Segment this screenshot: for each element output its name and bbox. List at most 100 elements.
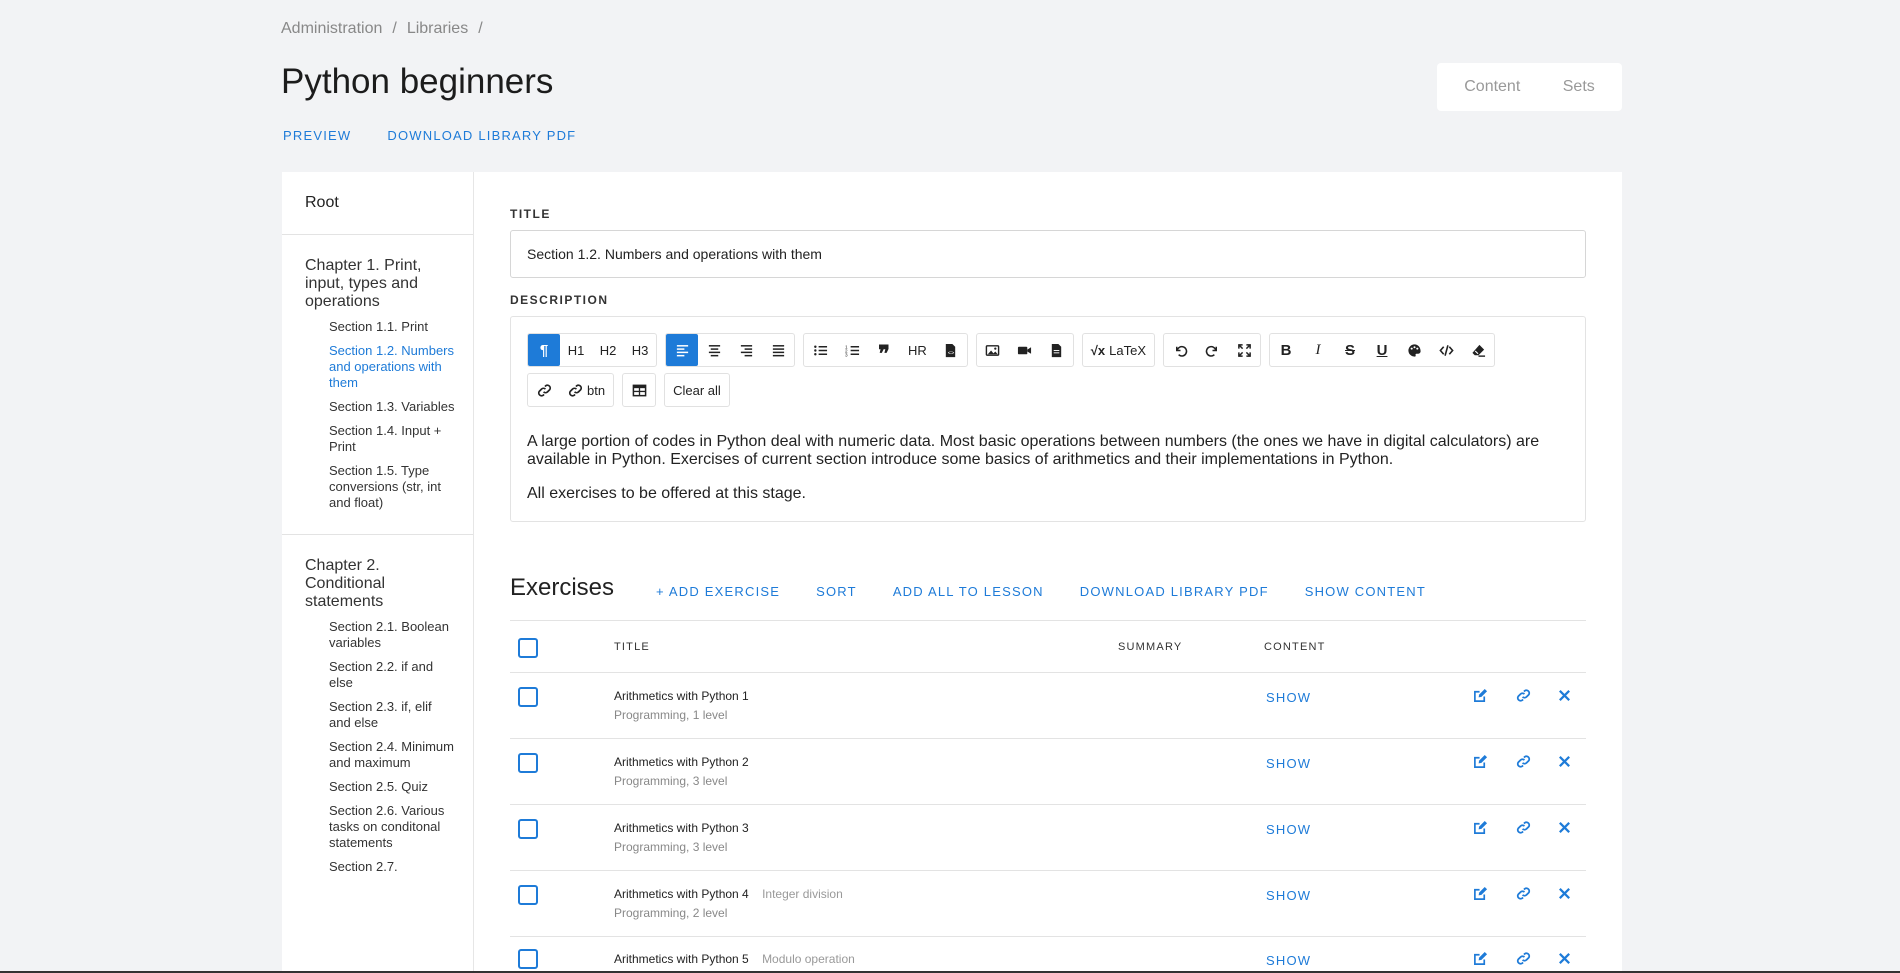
tab-sets[interactable]: Sets xyxy=(1563,78,1595,96)
sidebar-section[interactable]: Section 2.1. Boolean variables xyxy=(329,619,455,651)
show-content-button[interactable]: SHOW CONTENT xyxy=(1305,584,1426,599)
breadcrumb-administration[interactable]: Administration xyxy=(281,20,382,38)
sidebar-section[interactable]: Section 2.2. if and else xyxy=(329,659,455,691)
redo-button[interactable] xyxy=(1196,334,1228,366)
preview-button[interactable]: PREVIEW xyxy=(283,128,351,143)
sidebar-section[interactable]: Section 2.5. Quiz xyxy=(329,779,455,795)
column-header-summary: SUMMARY xyxy=(1118,641,1183,653)
h1-button[interactable]: H1 xyxy=(560,334,592,366)
code-file-button[interactable]: <> xyxy=(935,334,967,366)
insert-link-button[interactable] xyxy=(528,374,560,406)
text-color-button[interactable] xyxy=(1398,334,1430,366)
show-content-button[interactable]: SHOW xyxy=(1266,690,1311,705)
exercise-summary: Integer division xyxy=(762,887,843,901)
underline-button[interactable]: U xyxy=(1366,334,1398,366)
insert-image-button[interactable] xyxy=(977,334,1009,366)
align-center-button[interactable] xyxy=(698,334,730,366)
sidebar-section[interactable]: Section 1.1. Print xyxy=(329,319,455,335)
show-content-button[interactable]: SHOW xyxy=(1266,888,1311,903)
editor-content[interactable]: A large portion of codes in Python deal … xyxy=(527,433,1567,519)
exercise-title[interactable]: Arithmetics with Python 1 xyxy=(614,689,759,703)
edit-button[interactable] xyxy=(1472,819,1488,835)
sidebar-root[interactable]: Root xyxy=(282,172,473,235)
h3-button[interactable]: H3 xyxy=(624,334,656,366)
sidebar-section[interactable]: Section 2.4. Minimum and maximum xyxy=(329,739,455,771)
exercise-title[interactable]: Arithmetics with Python 4 Integer divisi… xyxy=(614,887,843,901)
inline-code-button[interactable] xyxy=(1430,334,1462,366)
show-content-button[interactable]: SHOW xyxy=(1266,953,1311,968)
tab-content[interactable]: Content xyxy=(1464,78,1520,96)
table-row: Arithmetics with Python 2 Programming, 3… xyxy=(510,738,1586,804)
sort-button[interactable]: SORT xyxy=(816,584,857,599)
clear-format-button[interactable] xyxy=(1462,334,1494,366)
toolbar-group-latex: √x LaTeX xyxy=(1081,333,1156,367)
h2-button[interactable]: H2 xyxy=(592,334,624,366)
edit-button[interactable] xyxy=(1472,687,1488,703)
title-input[interactable] xyxy=(510,230,1586,278)
hr-button[interactable]: HR xyxy=(900,334,935,366)
bullet-list-button[interactable] xyxy=(804,334,836,366)
sidebar-section[interactable]: Section 2.3. if, elif and else xyxy=(329,699,455,731)
copy-link-button[interactable] xyxy=(1515,687,1531,703)
delete-button[interactable] xyxy=(1556,819,1572,835)
link-icon xyxy=(568,383,583,397)
row-checkbox[interactable] xyxy=(518,949,538,969)
delete-button[interactable] xyxy=(1556,885,1572,901)
add-exercise-button[interactable]: + ADD EXERCISE xyxy=(656,584,780,599)
copy-link-button[interactable] xyxy=(1515,885,1531,901)
add-all-to-lesson-button[interactable]: ADD ALL TO LESSON xyxy=(893,584,1044,599)
undo-button[interactable] xyxy=(1164,334,1196,366)
delete-button[interactable] xyxy=(1556,753,1572,769)
row-checkbox[interactable] xyxy=(518,753,538,773)
exercise-title[interactable]: Arithmetics with Python 2 xyxy=(614,755,759,769)
insert-link-button-btn[interactable]: btn xyxy=(560,374,613,406)
sidebar-section[interactable]: Section 2.6. Various tasks on conditonal… xyxy=(329,803,455,851)
sidebar-section[interactable]: Section 1.3. Variables xyxy=(329,399,455,415)
edit-button[interactable] xyxy=(1472,885,1488,901)
clear-all-button[interactable]: Clear all xyxy=(665,374,729,406)
download-library-pdf-button[interactable]: DOWNLOAD LIBRARY PDF xyxy=(1080,584,1269,599)
row-checkbox[interactable] xyxy=(518,687,538,707)
breadcrumb: Administration / Libraries / xyxy=(281,20,483,38)
insert-table-button[interactable] xyxy=(623,374,655,406)
sidebar-chapter: Chapter 2. Conditional statements Sectio… xyxy=(282,535,473,898)
row-checkbox[interactable] xyxy=(518,819,538,839)
row-checkbox[interactable] xyxy=(518,885,538,905)
copy-link-button[interactable] xyxy=(1515,819,1531,835)
insert-video-button[interactable] xyxy=(1009,334,1041,366)
edit-button[interactable] xyxy=(1472,753,1488,769)
sidebar-section-active[interactable]: Section 1.2. Numbers and operations with… xyxy=(329,343,455,391)
fullscreen-button[interactable] xyxy=(1228,334,1260,366)
align-left-button[interactable] xyxy=(666,334,698,366)
sidebar-section[interactable]: Section 1.4. Input + Print xyxy=(329,423,455,455)
delete-button[interactable] xyxy=(1556,950,1572,966)
strikethrough-button[interactable]: S xyxy=(1334,334,1366,366)
table-row: Arithmetics with Python 4 Integer divisi… xyxy=(510,870,1586,936)
sidebar-chapter-title[interactable]: Chapter 2. Conditional statements xyxy=(305,557,455,611)
copy-link-button[interactable] xyxy=(1515,753,1531,769)
select-all-checkbox[interactable] xyxy=(518,638,538,658)
latex-button[interactable]: √x LaTeX xyxy=(1083,334,1154,366)
sidebar-chapter-title[interactable]: Chapter 1. Print, input, types and opera… xyxy=(305,257,455,311)
exercise-title[interactable]: Arithmetics with Python 5 Modulo operati… xyxy=(614,952,855,966)
delete-button[interactable] xyxy=(1556,687,1572,703)
breadcrumb-libraries[interactable]: Libraries xyxy=(407,20,468,38)
align-justify-button[interactable] xyxy=(762,334,794,366)
quote-icon: ❞ xyxy=(878,341,890,366)
sidebar-section[interactable]: Section 2.7. xyxy=(329,859,455,875)
bold-button[interactable]: B xyxy=(1270,334,1302,366)
copy-link-button[interactable] xyxy=(1515,950,1531,966)
ordered-list-button[interactable]: 123 xyxy=(836,334,868,366)
blockquote-button[interactable]: ❞ xyxy=(868,334,900,366)
edit-button[interactable] xyxy=(1472,950,1488,966)
sidebar-section[interactable]: Section 1.5. Type conversions (str, int … xyxy=(329,463,455,511)
insert-file-button[interactable] xyxy=(1041,334,1073,366)
paragraph-button[interactable]: ¶ xyxy=(528,334,560,366)
exercises-header: Exercises + ADD EXERCISE SORT ADD ALL TO… xyxy=(510,574,1426,602)
show-content-button[interactable]: SHOW xyxy=(1266,756,1311,771)
italic-button[interactable]: I xyxy=(1302,334,1334,366)
download-library-pdf-button[interactable]: DOWNLOAD LIBRARY PDF xyxy=(387,128,576,143)
align-right-button[interactable] xyxy=(730,334,762,366)
exercise-title[interactable]: Arithmetics with Python 3 xyxy=(614,821,759,835)
show-content-button[interactable]: SHOW xyxy=(1266,822,1311,837)
